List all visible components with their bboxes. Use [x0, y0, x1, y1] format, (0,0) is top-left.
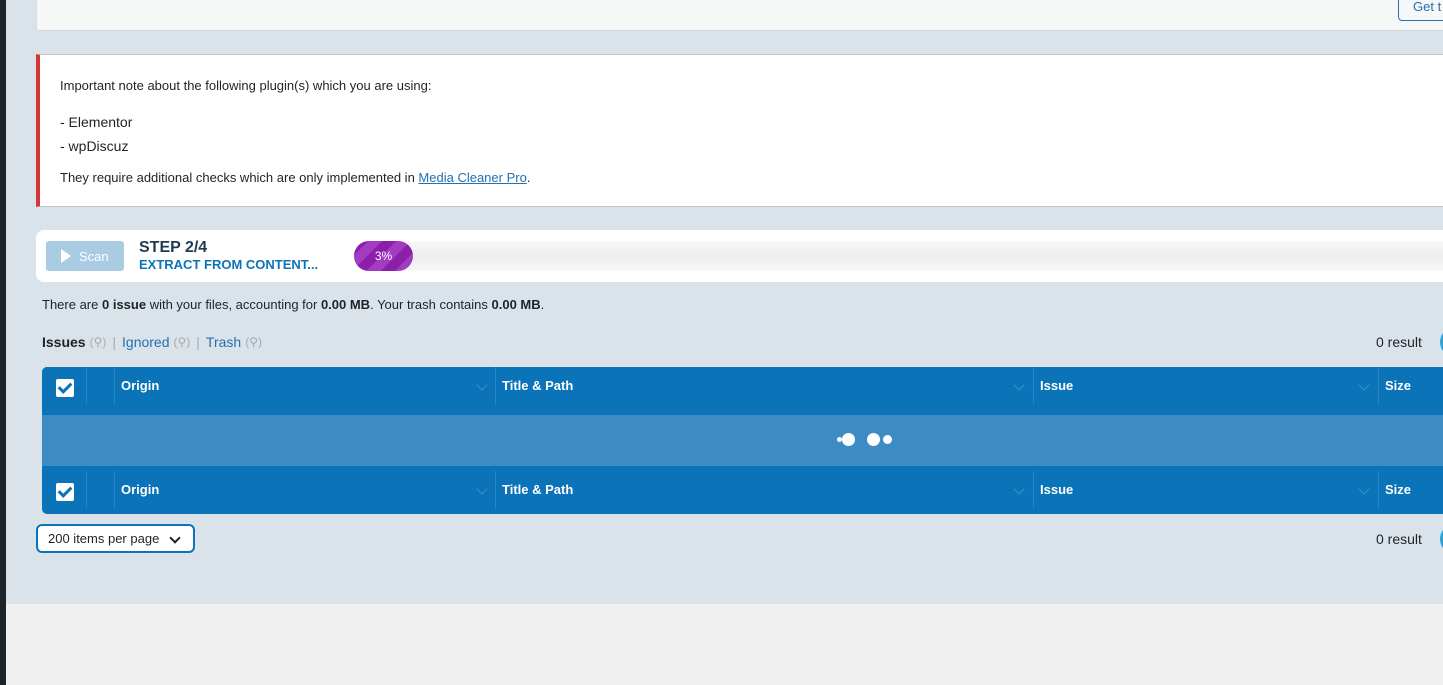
notice-outro-end: . [526, 170, 531, 185]
chevron-down-icon [476, 379, 488, 391]
result-count-bottom: 0 result [1376, 531, 1422, 547]
summary-trash-size: 0.00 MB [491, 297, 541, 312]
tab-trash[interactable]: Trash [206, 334, 241, 350]
scan-panel: Scan STEP 2/4 EXTRACT FROM CONTENT... 3% [36, 230, 1443, 282]
separator: | [112, 334, 117, 350]
loading-dot [883, 435, 892, 444]
select-all-checkbox[interactable] [56, 379, 74, 397]
notice-outro: They require additional checks which are… [60, 168, 1436, 188]
get-pro-button[interactable]: Get t [1398, 0, 1443, 21]
plugin-notice: Important note about the following plugi… [36, 54, 1443, 207]
column-issue[interactable]: Issue [1033, 471, 1378, 508]
column-title-path-label: Title & Path [502, 482, 574, 497]
main-content: Get t Important note about the following… [6, 0, 1443, 604]
column-issue-label: Issue [1040, 378, 1074, 393]
column-origin-label: Origin [121, 378, 160, 393]
column-origin[interactable]: Origin [114, 367, 496, 404]
column-divider [86, 471, 87, 508]
summary-text: There are 0 issue with your files, accou… [42, 297, 544, 312]
progress-fill: 3% [354, 241, 413, 271]
column-divider [86, 367, 87, 404]
step-title: STEP 2/4 [139, 239, 208, 256]
media-cleaner-pro-link[interactable]: Media Cleaner Pro [418, 170, 526, 185]
column-origin-label: Origin [121, 482, 160, 497]
per-page-label: 200 items per page [48, 531, 160, 546]
ignored-count: (⚲) [173, 335, 191, 349]
notice-outro-text: They require additional checks which are… [60, 170, 419, 185]
column-title-path-label: Title & Path [502, 378, 574, 393]
trash-count: (⚲) [245, 335, 262, 349]
column-origin[interactable]: Origin [114, 471, 496, 508]
tab-issues[interactable]: Issues [42, 334, 86, 350]
summary-part: . Your trash contains [370, 297, 492, 312]
filter-tabs: Issues (⚲) | Ignored (⚲) | Trash (⚲) [42, 334, 262, 350]
column-size[interactable]: Size [1378, 471, 1443, 508]
loading-dot [867, 433, 880, 446]
summary-issues: 0 issue [101, 297, 147, 312]
top-panel [36, 0, 1443, 31]
play-icon [61, 249, 71, 263]
chevron-down-icon [169, 532, 181, 544]
table-footer: Origin Title & Path Issue Size [42, 471, 1443, 508]
chevron-down-icon [1358, 483, 1370, 495]
select-all-checkbox[interactable] [56, 483, 74, 501]
summary-part: with your files, accounting for [146, 297, 321, 312]
separator: | [196, 334, 200, 350]
loading-dot [842, 433, 855, 446]
summary-part: . [540, 297, 545, 312]
column-title-path[interactable]: Title & Path [495, 471, 1033, 508]
progress-bar: 3% [354, 241, 1443, 271]
issues-count: (⚲) [89, 335, 107, 349]
scan-button[interactable]: Scan [46, 241, 124, 271]
chevron-down-icon [1358, 379, 1370, 391]
media-table: Origin Title & Path Issue Size Origin Ti… [42, 367, 1443, 514]
table-header: Origin Title & Path Issue Size [42, 367, 1443, 404]
column-issue-label: Issue [1040, 482, 1074, 497]
column-size-label: Size [1385, 378, 1412, 393]
loading-row [42, 415, 1443, 466]
chevron-down-icon [476, 483, 488, 495]
chevron-down-icon [1013, 483, 1025, 495]
result-count-top: 0 result [1376, 334, 1422, 350]
column-issue[interactable]: Issue [1033, 367, 1378, 404]
plugin-item: - wpDiscuz [60, 138, 129, 154]
scan-button-label: Scan [79, 248, 109, 264]
tab-ignored[interactable]: Ignored [122, 334, 169, 350]
column-title-path[interactable]: Title & Path [495, 367, 1033, 404]
column-size-label: Size [1385, 482, 1412, 497]
summary-size: 0.00 MB [320, 297, 371, 312]
per-page-select[interactable]: 200 items per page [36, 524, 195, 553]
notice-intro: Important note about the following plugi… [60, 78, 432, 93]
plugin-list: - Elementor - wpDiscuz [60, 110, 1436, 158]
chevron-down-icon [1013, 379, 1025, 391]
step-subtitle: EXTRACT FROM CONTENT... [139, 257, 319, 272]
plugin-item: - Elementor [60, 114, 133, 130]
summary-part: There are [42, 297, 102, 312]
column-size[interactable]: Size [1378, 367, 1443, 404]
